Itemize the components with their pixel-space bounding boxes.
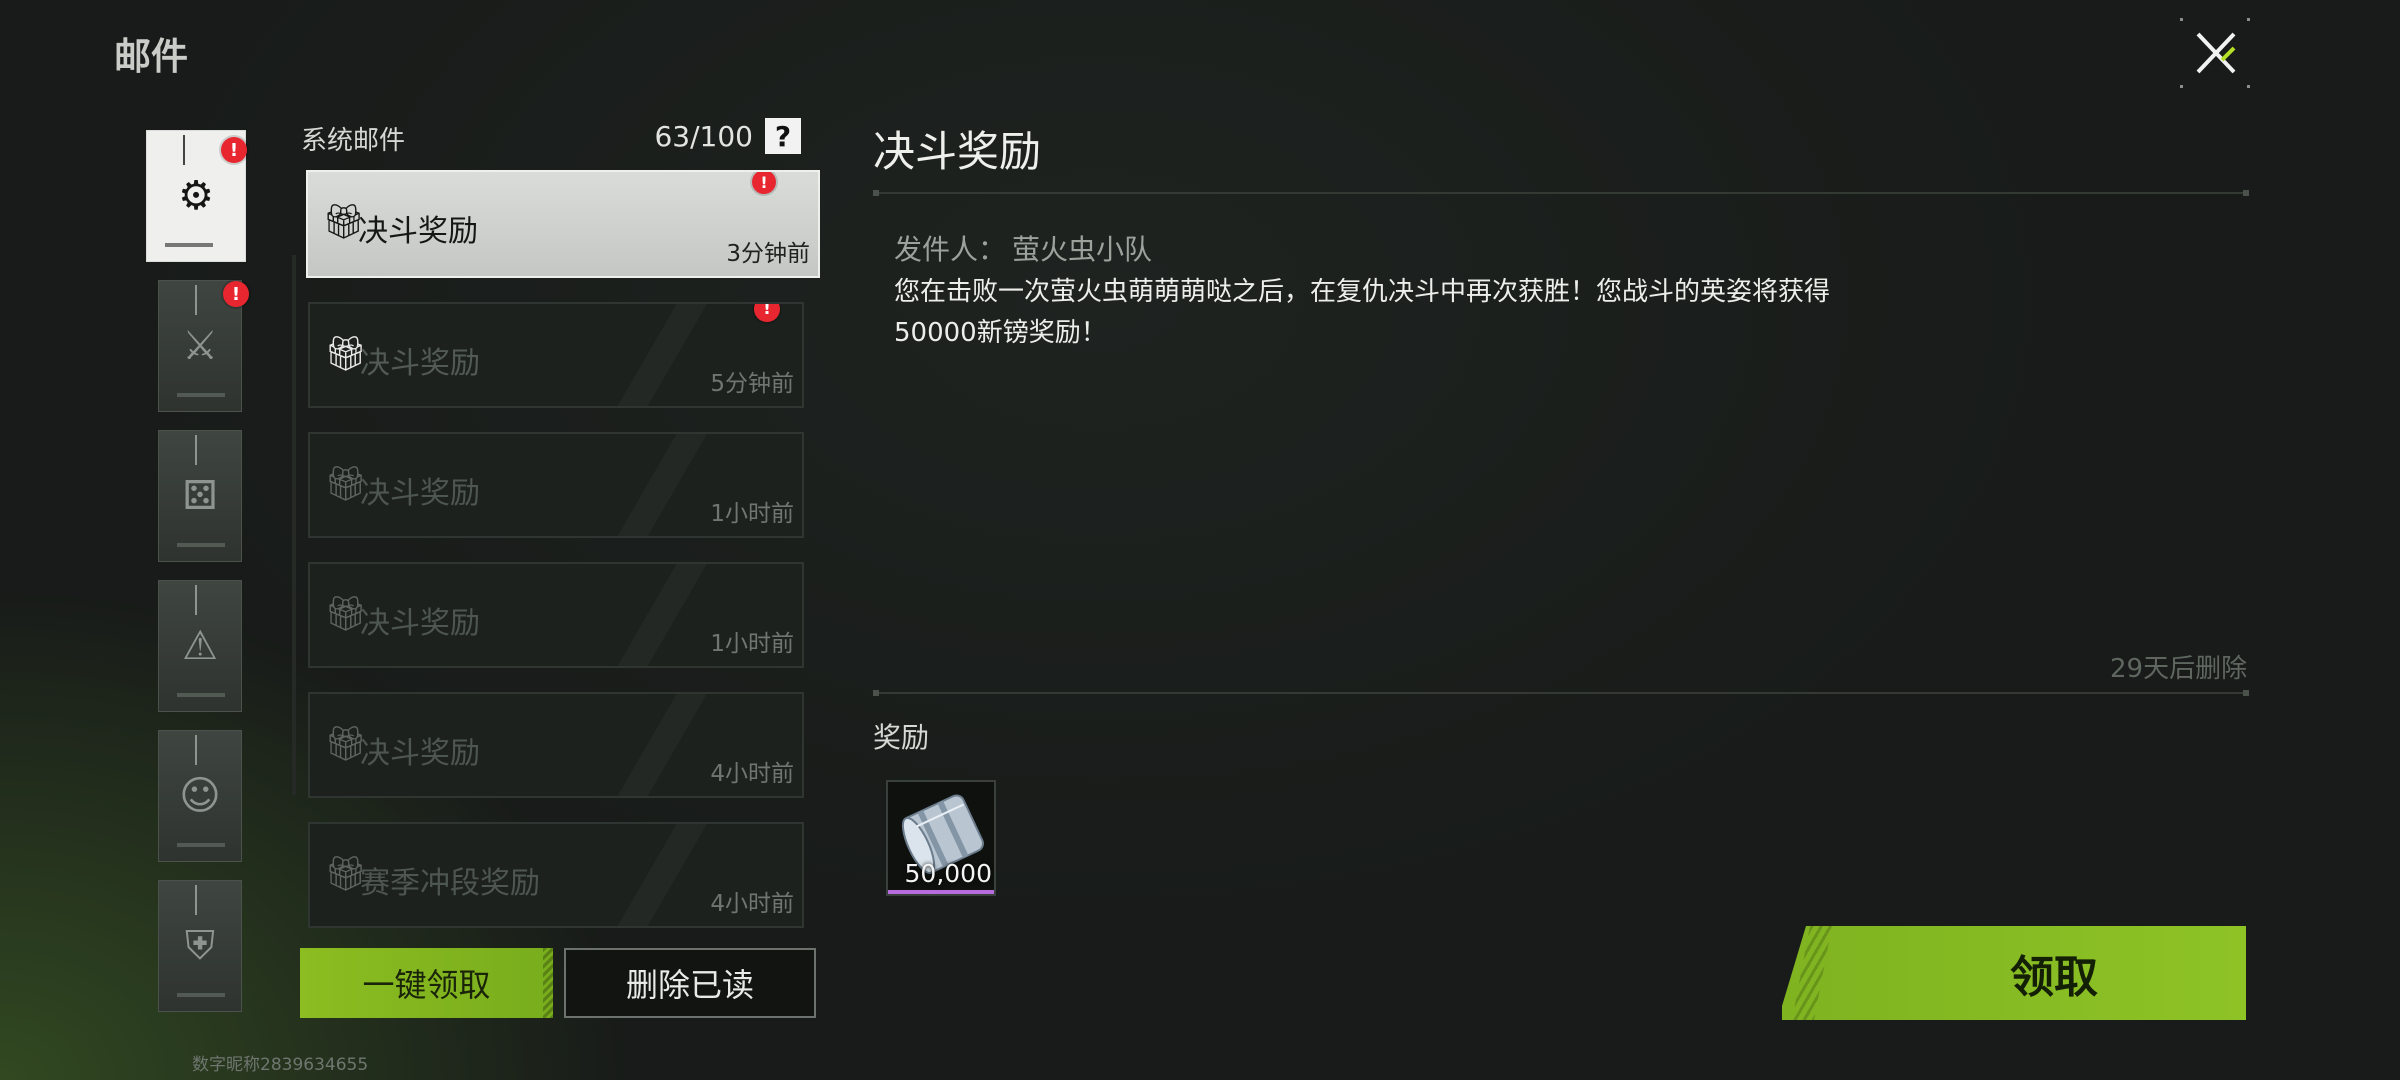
unread-badge: ! bbox=[221, 137, 247, 163]
mail-time: 4小时前 bbox=[710, 761, 794, 787]
mail-item[interactable]: 🎁︎ 决斗奖励 5分钟前 ! bbox=[308, 302, 804, 408]
divider bbox=[873, 190, 2249, 196]
mail-item[interactable]: 🎁︎ 决斗奖励 4小时前 bbox=[308, 692, 804, 798]
mail-item[interactable]: 🎁︎ 决斗奖励 3分钟前 ! bbox=[306, 170, 820, 278]
mail-body-line: 50000新镑奖励！ bbox=[894, 318, 1107, 348]
reward-label: 奖励 bbox=[873, 721, 930, 754]
list-scrollbar-track[interactable] bbox=[292, 255, 296, 795]
mail-time: 1小时前 bbox=[710, 631, 794, 657]
close-button[interactable] bbox=[2178, 16, 2252, 90]
duel-icon: ⚔ bbox=[182, 323, 218, 369]
mail-time: 5分钟前 bbox=[710, 371, 794, 397]
mail-item[interactable]: 🎁︎ 决斗奖励 1小时前 bbox=[308, 432, 804, 538]
mail-detail-title: 决斗奖励 bbox=[873, 127, 1042, 176]
help-icon[interactable]: ? bbox=[765, 118, 801, 154]
reward-item[interactable]: 50,000 bbox=[886, 780, 996, 896]
delete-countdown: 29天后删除 bbox=[2110, 654, 2248, 684]
unread-badge: ! bbox=[752, 172, 776, 194]
mail-subject: 决斗奖励 bbox=[358, 214, 478, 249]
user-id: 数字昵称2839634655 bbox=[192, 1055, 369, 1075]
category-system[interactable]: ⚙ ! bbox=[146, 130, 247, 262]
category-duel[interactable]: ⚔ ! bbox=[158, 280, 249, 412]
claim-all-button[interactable]: 一键领取 bbox=[300, 948, 553, 1018]
category-character[interactable]: ☺ bbox=[158, 730, 242, 862]
delete-read-button[interactable]: 删除已读 bbox=[564, 948, 816, 1018]
mail-item[interactable]: 🎁︎ 决斗奖励 1小时前 bbox=[308, 562, 804, 668]
mail-subject: 决斗奖励 bbox=[360, 736, 480, 771]
mail-body: 您在击败一次萤火虫萌萌萌哒之后，在复仇决斗中再次获胜！您战斗的英姿将获得 500… bbox=[894, 272, 1934, 354]
claim-button[interactable]: 领取 bbox=[1782, 926, 2246, 1020]
list-header: 系统邮件 63/100 ? bbox=[301, 118, 801, 160]
category-dice[interactable]: ⚄ bbox=[158, 430, 242, 562]
divider bbox=[873, 690, 2249, 696]
sender-label: 发件人： bbox=[894, 233, 1007, 266]
gear-icon: ⚙ bbox=[178, 173, 214, 219]
character-icon: ☺ bbox=[179, 773, 221, 819]
list-title: 系统邮件 bbox=[301, 126, 406, 156]
dice-icon: ⚄ bbox=[182, 473, 218, 519]
mail-time: 3分钟前 bbox=[726, 241, 810, 267]
mail-subject: 决斗奖励 bbox=[360, 346, 480, 381]
sender-name: 萤火虫小队 bbox=[1012, 233, 1153, 266]
unread-badge: ! bbox=[223, 281, 249, 307]
armor-icon: ⛨ bbox=[185, 923, 215, 969]
mail-time: 4小时前 bbox=[710, 891, 794, 917]
close-icon bbox=[2180, 18, 2250, 88]
mail-body-line: 您在击败一次萤火虫萌萌萌哒之后，在复仇决斗中再次获胜！您战斗的英姿将获得 bbox=[894, 277, 1831, 307]
category-armor[interactable]: ⛨ bbox=[158, 880, 242, 1012]
page-title: 邮件 bbox=[114, 35, 188, 78]
mail-count: 63/100 bbox=[654, 120, 753, 153]
mail-item[interactable]: 🎁︎ 赛季冲段奖励 4小时前 bbox=[308, 822, 804, 928]
rarity-bar bbox=[888, 890, 994, 894]
mail-subject: 决斗奖励 bbox=[360, 476, 480, 511]
warning-icon: ⚠ bbox=[182, 623, 218, 669]
mail-time: 1小时前 bbox=[710, 501, 794, 527]
category-warning[interactable]: ⚠ bbox=[158, 580, 242, 712]
mail-subject: 赛季冲段奖励 bbox=[360, 866, 540, 901]
reward-quantity: 50,000 bbox=[904, 859, 992, 888]
claim-button-label: 领取 bbox=[2010, 952, 2098, 1003]
mail-subject: 决斗奖励 bbox=[360, 606, 480, 641]
